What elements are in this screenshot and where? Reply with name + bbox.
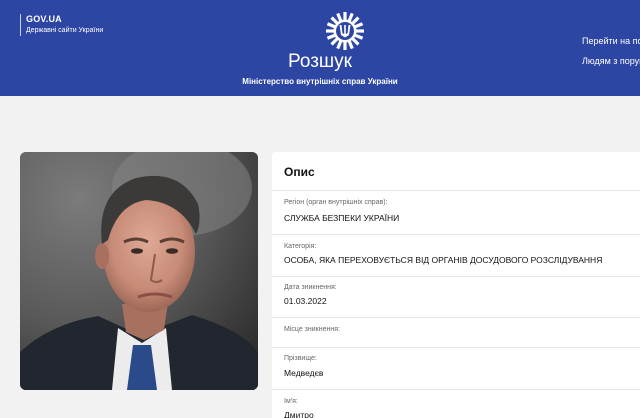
site-header: GOV.UA Державні сайти України Розшук Мін… [0, 0, 640, 96]
portal-link[interactable]: Перейти на порт [582, 36, 640, 47]
field-value-surname: Медведєв [284, 368, 324, 378]
field-value-date: 01.03.2022 [284, 296, 327, 306]
field-value-name: Дмитро [284, 410, 314, 418]
gov-ua-link[interactable]: GOV.UA Державні сайти України [20, 14, 103, 36]
divider [272, 317, 640, 318]
gov-ua-logo-text: GOV.UA [26, 14, 62, 24]
field-label-surname: Прізвище: [284, 355, 317, 362]
field-value-region: СЛУЖБА БЕЗПЕКИ УКРАЇНИ [284, 213, 400, 223]
field-label-date: Дата зникнення: [284, 284, 337, 291]
field-value-category: ОСОБА, ЯКА ПЕРЕХОВУЄТЬСЯ ВІД ОРГАНІВ ДОС… [284, 255, 603, 265]
field-label-category: Категорія: [284, 243, 317, 250]
police-star-trident-icon[interactable] [326, 12, 364, 50]
field-label-place: Місце зникнення: [284, 326, 340, 333]
field-label-region: Регіон (орган внутрішніх справ): [284, 199, 388, 206]
field-label-name: Ім'я: [284, 398, 298, 405]
gov-sites-text: Державні сайти України [26, 27, 104, 34]
people-link[interactable]: Людям з порушу [582, 56, 640, 67]
divider [272, 389, 640, 390]
divider [272, 190, 640, 191]
divider [272, 234, 640, 235]
page-title: Розшук [288, 51, 352, 72]
description-heading: Опис [284, 165, 315, 179]
divider [272, 347, 640, 348]
divider [272, 276, 640, 277]
person-photo [20, 152, 258, 390]
ministry-subtitle: Міністерство внутрішніх справ України [242, 77, 398, 86]
description-card: Опис Регіон (орган внутрішніх справ): СЛ… [272, 152, 640, 418]
